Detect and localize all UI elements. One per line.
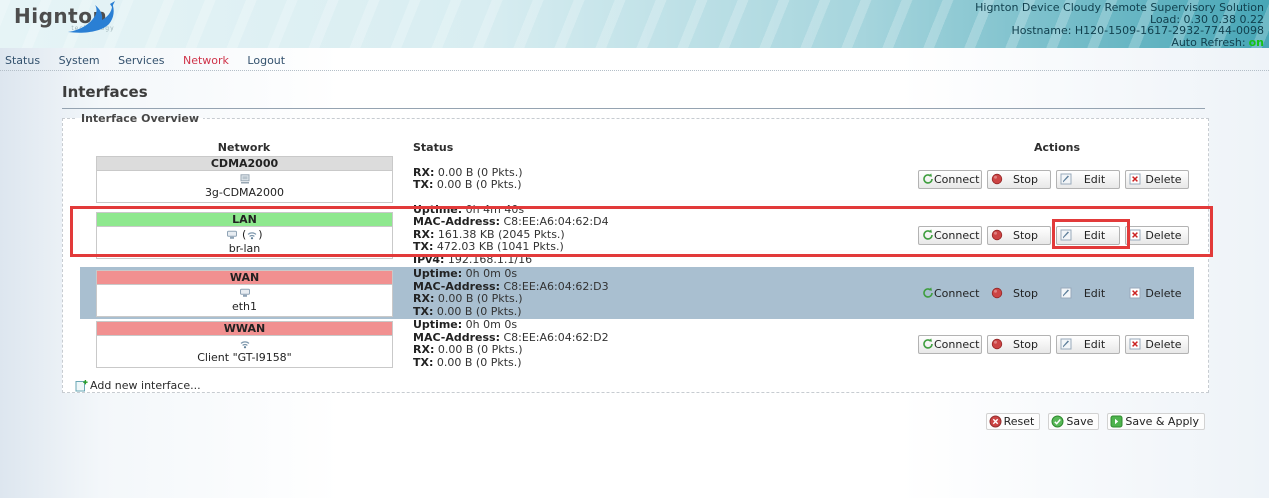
network-name: WAN [97,271,392,285]
add-new-interface-link[interactable]: Add new interface... [75,379,1196,392]
auto-refresh-toggle[interactable]: on [1249,36,1264,49]
network-name: LAN [97,213,392,227]
bridge-icons: () [97,229,392,242]
stop-button[interactable]: Stop [987,335,1051,354]
connect-button[interactable]: Connect [918,284,982,303]
edit-icon [1060,338,1072,350]
network-name: WWAN [97,322,392,336]
nav-item-logout[interactable]: Logout [247,54,285,67]
edit-icon [1060,173,1072,185]
stop-button[interactable]: Stop [987,284,1051,303]
top-header-band: Hignton technology Hignton Device Cloudy… [0,0,1269,48]
wifi-icon [97,338,392,351]
save-apply-button[interactable]: Save & Apply [1107,413,1205,430]
page-title: Interfaces [62,83,1205,109]
device-name: br-lan [97,242,392,255]
connect-button[interactable]: Connect [918,335,982,354]
reset-button[interactable]: Reset [986,413,1041,430]
delete-icon [1129,229,1141,241]
device-name: Client "GT-I9158" [97,351,392,364]
connect-icon [922,173,934,185]
connect-icon [922,229,934,241]
connect-icon [922,287,934,299]
product-title: Hignton Device Cloudy Remote Supervisory… [975,2,1264,14]
edit-button[interactable]: Edit [1056,284,1120,303]
auto-refresh-label: Auto Refresh: [1171,36,1245,49]
actions-cell: Connect Stop Edit Delete [918,170,1196,189]
ethernet-port-icon [226,230,238,240]
status-cell: Uptime: 0h 0m 0s MAC-Address: C8:EE:A6:0… [413,319,918,369]
network-box-lan: LAN () br-lan [96,212,393,259]
status-cell: Uptime: 0h 0m 0s MAC-Address: C8:EE:A6:0… [413,268,918,318]
edit-icon [1060,229,1072,241]
save-icon [1051,415,1064,428]
delete-button[interactable]: Delete [1125,335,1189,354]
antelope-logo-icon [66,1,120,35]
connect-icon [922,338,934,350]
host-info: Hignton Device Cloudy Remote Supervisory… [975,2,1264,48]
reset-icon [989,415,1002,428]
edit-button[interactable]: Edit [1056,170,1120,189]
nav-item-services[interactable]: Services [118,54,164,67]
nav-divider [0,70,1269,71]
table-row-wwan: WWAN Client "GT-I9158" Uptime: 0h 0m 0s … [75,319,1196,369]
delete-button[interactable]: Delete [1125,226,1189,245]
edit-icon [1060,287,1072,299]
device-name: 3g-CDMA2000 [97,186,392,199]
stop-button[interactable]: Stop [987,226,1051,245]
stop-icon [991,338,1003,350]
delete-icon [1129,338,1141,350]
network-box-cdma2000: CDMA2000 3g-CDMA2000 [96,156,393,203]
edit-button[interactable]: Edit [1056,226,1120,245]
connect-button[interactable]: Connect [918,170,982,189]
add-icon [75,379,88,392]
footer-buttons: Reset Save Save & Apply [978,413,1205,430]
save-button[interactable]: Save [1048,413,1099,430]
actions-cell: Connect Stop Edit Delete [918,284,1194,303]
actions-cell: Connect Stop Edit Delete [918,226,1196,245]
delete-button[interactable]: Delete [1125,284,1189,303]
table-row-cdma2000: CDMA2000 3g-CDMA2000 RX: 0.00 B (0 Pkts.… [75,155,1196,203]
column-header-actions: Actions [918,141,1196,155]
column-header-network: Network [75,141,413,155]
delete-button[interactable]: Delete [1125,170,1189,189]
device-name: eth1 [97,300,392,313]
modem-icon [97,173,392,186]
main-nav: Status System Services Network Logout [5,54,300,67]
stop-icon [991,287,1003,299]
nav-item-system[interactable]: System [59,54,100,67]
fieldset-legend: Interface Overview [77,112,203,125]
nav-item-status[interactable]: Status [5,54,40,67]
column-header-status: Status [413,141,918,155]
table-row-wan: WAN eth1 Uptime: 0h 0m 0s MAC-Address: C… [80,267,1194,319]
logo: Hignton technology [14,5,144,32]
status-cell: Uptime: 0h 4m 40s MAC-Address: C8:EE:A6:… [413,204,918,267]
stop-icon [991,229,1003,241]
auto-refresh: Auto Refresh: on [975,37,1264,49]
stop-icon [991,173,1003,185]
save-apply-icon [1110,415,1123,428]
table-header-row: Network Status Actions [75,141,1196,155]
table-row-lan: LAN () br-lan Uptime: 0h 4m 40s MAC-Addr… [75,203,1196,267]
stop-button[interactable]: Stop [987,170,1051,189]
edit-button[interactable]: Edit [1056,335,1120,354]
wifi-icon [246,230,258,240]
delete-icon [1129,173,1141,185]
network-box-wwan: WWAN Client "GT-I9158" [96,321,393,368]
network-box-wan: WAN eth1 [96,270,393,317]
nav-item-network[interactable]: Network [183,54,229,67]
connect-button[interactable]: Connect [918,226,982,245]
delete-icon [1129,287,1141,299]
ethernet-port-icon [97,287,392,300]
interface-overview-fieldset: Interface Overview Network Status Action… [62,112,1209,393]
status-cell: RX: 0.00 B (0 Pkts.) TX: 0.00 B (0 Pkts.… [413,167,918,192]
network-name: CDMA2000 [97,157,392,171]
actions-cell: Connect Stop Edit Delete [918,335,1196,354]
